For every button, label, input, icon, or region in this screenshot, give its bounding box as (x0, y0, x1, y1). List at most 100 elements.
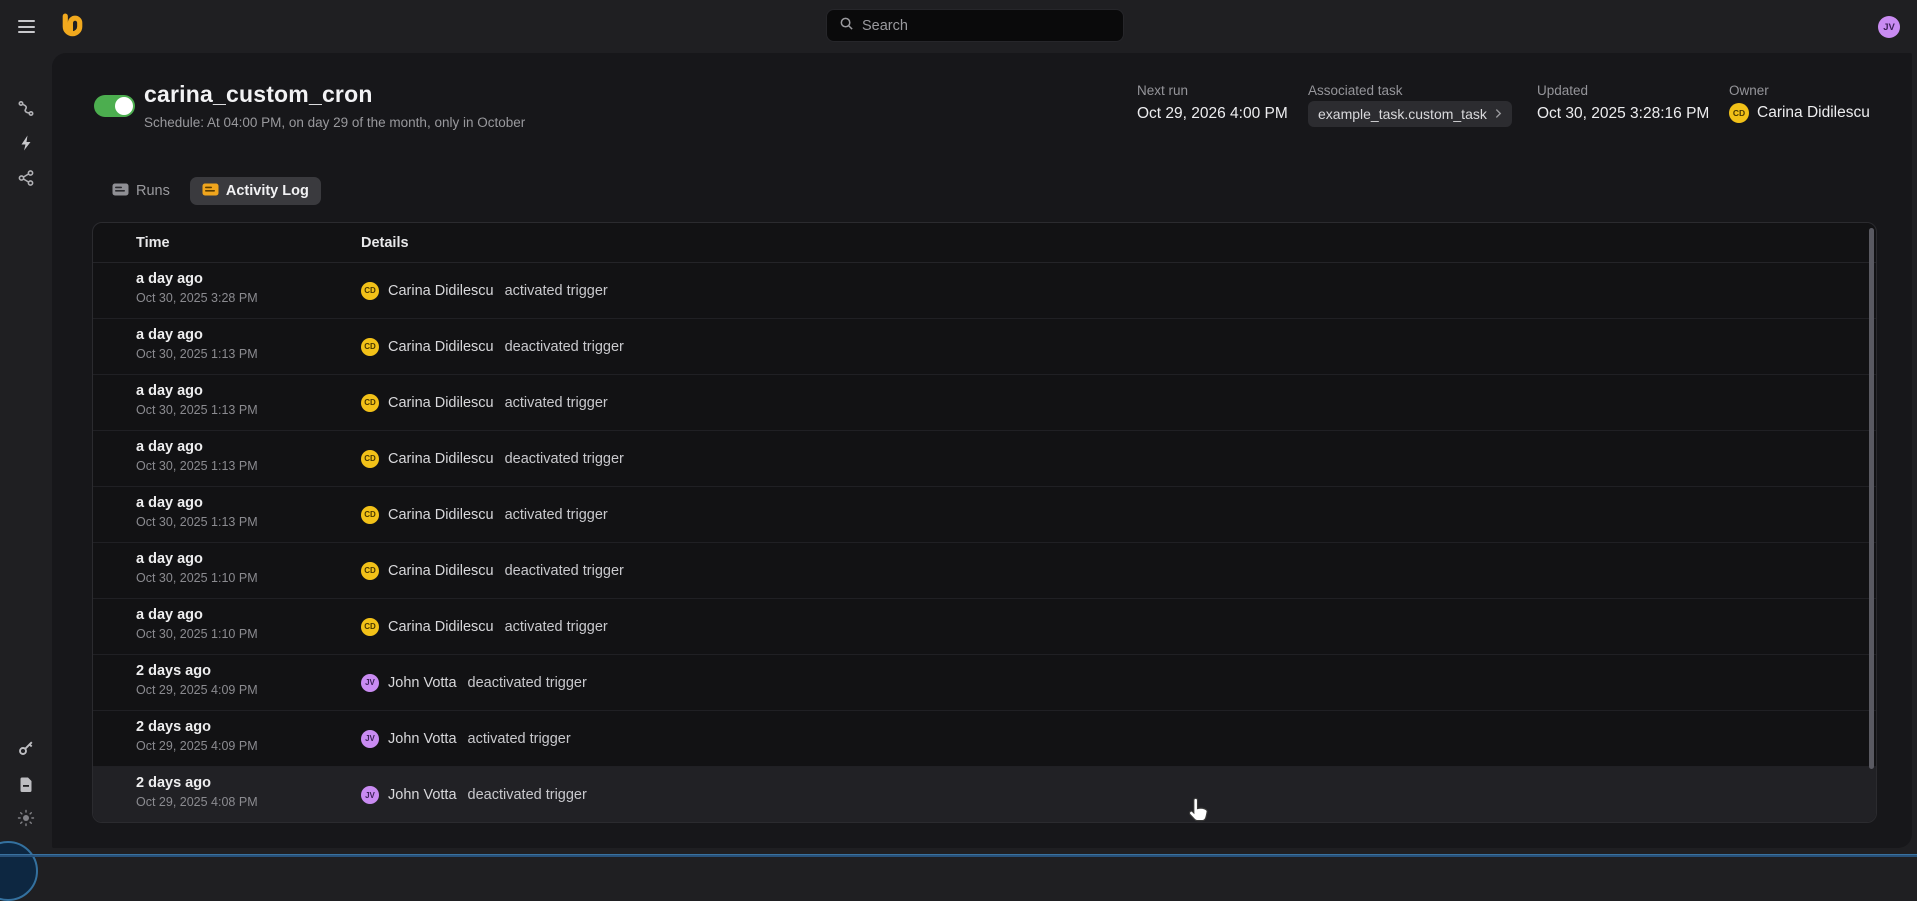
table-row[interactable]: a day ago Oct 30, 2025 1:10 PM CD Carina… (93, 599, 1876, 655)
row-timestamp: Oct 30, 2025 3:28 PM (136, 291, 258, 305)
menu-icon[interactable] (18, 20, 35, 33)
tab-activity-log[interactable]: Activity Log (189, 177, 321, 205)
table-row[interactable]: a day ago Oct 30, 2025 1:13 PM CD Carina… (93, 319, 1876, 375)
row-time-cell: a day ago Oct 30, 2025 1:10 PM (136, 543, 361, 598)
row-time-cell: 2 days ago Oct 29, 2025 4:09 PM (136, 655, 361, 710)
meta-next-run: Next run Oct 29, 2026 4:00 PM (1137, 83, 1288, 123)
row-timestamp: Oct 30, 2025 1:10 PM (136, 627, 258, 641)
row-details-cell: CD Carina Didilescu activated trigger (361, 599, 1876, 654)
row-user-name: John Votta (388, 787, 457, 803)
user-avatar: CD (361, 449, 379, 468)
table-row[interactable]: 2 days ago Oct 29, 2025 4:08 PM JV John … (93, 767, 1876, 822)
row-time-cell: a day ago Oct 30, 2025 3:28 PM (136, 263, 361, 318)
row-relative-time: a day ago (136, 439, 203, 455)
user-avatar: CD (361, 393, 379, 412)
row-action: activated trigger (504, 618, 608, 635)
meta-updated: Updated Oct 30, 2025 3:28:16 PM (1537, 83, 1709, 123)
key-icon[interactable] (17, 739, 35, 757)
schedule-description: Schedule: At 04:00 PM, on day 29 of the … (144, 115, 526, 130)
row-user-name: Carina Didilescu (388, 618, 494, 635)
tab-runs[interactable]: Runs (106, 177, 176, 205)
user-menu-avatar[interactable]: JV (1878, 16, 1900, 38)
row-details-cell: CD Carina Didilescu activated trigger (361, 487, 1876, 542)
table-row[interactable]: a day ago Oct 30, 2025 3:28 PM CD Carina… (93, 263, 1876, 319)
user-avatar: CD (361, 281, 379, 300)
associated-task-value: example_task.custom_task (1318, 106, 1487, 122)
row-timestamp: Oct 30, 2025 1:13 PM (136, 515, 258, 529)
row-time-cell: 2 days ago Oct 29, 2025 4:09 PM (136, 711, 361, 766)
table-scrollbar-thumb[interactable] (1869, 228, 1874, 769)
route-icon[interactable] (17, 99, 35, 117)
document-icon[interactable] (17, 775, 35, 793)
user-avatar: CD (361, 337, 379, 356)
table-row[interactable]: 2 days ago Oct 29, 2025 4:09 PM JV John … (93, 711, 1876, 767)
row-details-cell: CD Carina Didilescu activated trigger (361, 375, 1876, 430)
row-action: deactivated trigger (467, 674, 587, 691)
table-row[interactable]: 2 days ago Oct 29, 2025 4:09 PM JV John … (93, 655, 1876, 711)
row-details-cell: CD Carina Didilescu deactivated trigger (361, 319, 1876, 374)
app-root: { "topbar": { "search_placeholder": "Sea… (0, 0, 1917, 901)
user-avatar: CD (361, 617, 379, 636)
owner-label: Owner (1729, 83, 1769, 98)
row-time-cell: a day ago Oct 30, 2025 1:13 PM (136, 431, 361, 486)
table-row[interactable]: a day ago Oct 30, 2025 1:10 PM CD Carina… (93, 543, 1876, 599)
row-details-cell: JV John Votta activated trigger (361, 711, 1876, 766)
share-icon[interactable] (17, 169, 35, 187)
lightning-icon[interactable] (17, 134, 35, 152)
row-action: deactivated trigger (504, 562, 624, 579)
column-header-time: Time (136, 234, 170, 251)
row-user-name: John Votta (388, 674, 457, 691)
row-time-cell: 2 days ago Oct 29, 2025 4:08 PM (136, 767, 361, 822)
row-timestamp: Oct 30, 2025 1:10 PM (136, 571, 258, 585)
row-relative-time: a day ago (136, 551, 203, 567)
associated-task-label: Associated task (1308, 83, 1403, 98)
table-row[interactable]: a day ago Oct 30, 2025 1:13 PM CD Carina… (93, 431, 1876, 487)
row-relative-time: 2 days ago (136, 719, 211, 735)
meta-associated-task: Associated task example_task.custom_task (1308, 83, 1512, 127)
next-run-label: Next run (1137, 83, 1189, 98)
row-timestamp: Oct 30, 2025 1:13 PM (136, 347, 258, 361)
row-timestamp: Oct 30, 2025 1:13 PM (136, 459, 258, 473)
search-input[interactable]: Search (826, 9, 1124, 42)
activity-log-table: Time Details a day ago Oct 30, 2025 3:28… (92, 222, 1877, 823)
user-avatar: JV (361, 729, 379, 748)
page-title: carina_custom_cron (144, 81, 373, 107)
row-user-name: Carina Didilescu (388, 506, 494, 523)
row-timestamp: Oct 29, 2025 4:08 PM (136, 795, 258, 809)
row-details-cell: JV John Votta deactivated trigger (361, 655, 1876, 710)
sidebar (0, 53, 52, 857)
table-row[interactable]: a day ago Oct 30, 2025 1:13 PM CD Carina… (93, 375, 1876, 431)
app-logo-icon[interactable] (59, 12, 86, 43)
meta-owner: Owner CD Carina Didilescu (1729, 83, 1870, 123)
row-action: activated trigger (504, 394, 608, 411)
row-relative-time: 2 days ago (136, 775, 211, 791)
table-header-row: Time Details (93, 223, 1876, 263)
row-relative-time: 2 days ago (136, 663, 211, 679)
main-panel: carina_custom_cron Schedule: At 04:00 PM… (52, 53, 1912, 848)
row-action: deactivated trigger (467, 787, 587, 803)
user-avatar: CD (361, 561, 379, 580)
search-icon (839, 16, 854, 36)
row-timestamp: Oct 29, 2025 4:09 PM (136, 739, 258, 753)
row-details-cell: CD Carina Didilescu activated trigger (361, 263, 1876, 318)
row-details-cell: CD Carina Didilescu deactivated trigger (361, 431, 1876, 486)
associated-task-link[interactable]: example_task.custom_task (1308, 101, 1512, 127)
row-user-name: Carina Didilescu (388, 562, 494, 579)
sun-icon[interactable] (17, 809, 35, 827)
row-user-name: Carina Didilescu (388, 338, 494, 355)
row-action: activated trigger (504, 282, 608, 299)
row-time-cell: a day ago Oct 30, 2025 1:10 PM (136, 599, 361, 654)
next-run-value: Oct 29, 2026 4:00 PM (1137, 105, 1288, 122)
table-row[interactable]: a day ago Oct 30, 2025 1:13 PM CD Carina… (93, 487, 1876, 543)
row-relative-time: a day ago (136, 495, 203, 511)
updated-label: Updated (1537, 83, 1589, 98)
trigger-enabled-toggle[interactable] (94, 95, 135, 117)
row-relative-time: a day ago (136, 607, 203, 623)
runs-card-icon (112, 183, 129, 200)
row-user-name: Carina Didilescu (388, 394, 494, 411)
tab-bar: Runs Activity Log (106, 176, 321, 206)
row-user-name: John Votta (388, 730, 457, 747)
row-relative-time: a day ago (136, 271, 203, 287)
row-action: deactivated trigger (504, 450, 624, 467)
row-user-name: Carina Didilescu (388, 282, 494, 299)
